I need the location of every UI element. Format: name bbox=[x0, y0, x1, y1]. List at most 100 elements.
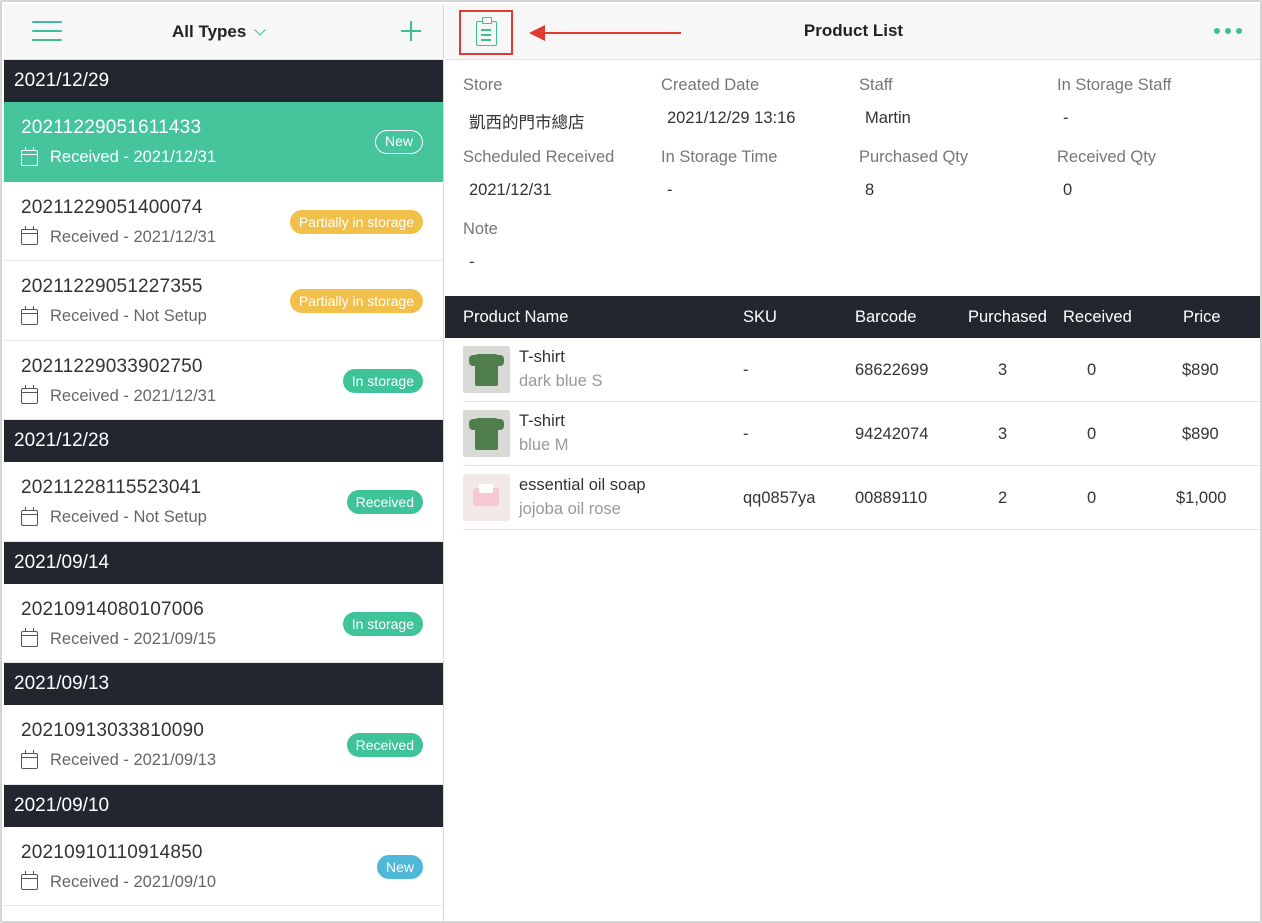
menu-icon[interactable] bbox=[32, 21, 62, 43]
order-received-text: Received - 2021/12/31 bbox=[50, 227, 217, 246]
product-sku: - bbox=[743, 425, 749, 443]
field-label: Purchased Qty bbox=[859, 148, 969, 166]
order-list-header: All Types bbox=[4, 4, 443, 60]
created-date-field: Created Date 2021/12/29 13:16 bbox=[661, 76, 851, 128]
product-image bbox=[463, 346, 510, 393]
order-list-item[interactable]: 20211228115523041 Received - Not Setup R… bbox=[4, 462, 443, 542]
order-received-info: Received - 2021/09/13 bbox=[21, 749, 216, 770]
product-received: 0 bbox=[1087, 361, 1097, 379]
store-field: Store 凱西的門市總店 bbox=[463, 76, 653, 133]
scheduled-received-field: Scheduled Received 2021/12/31 bbox=[463, 148, 653, 200]
order-list-item[interactable]: 20210914080107006 Received - 2021/09/15 … bbox=[4, 583, 443, 663]
order-id: 20211229051227355 bbox=[21, 276, 203, 297]
field-label: Store bbox=[463, 76, 503, 94]
calendar-icon bbox=[21, 749, 38, 769]
note-field: Note - bbox=[463, 220, 653, 272]
order-list-item[interactable]: 20211229051611433 Received - 2021/12/31 … bbox=[4, 102, 443, 182]
date-group-header: 2021/12/29 bbox=[4, 60, 443, 102]
received-qty-field: Received Qty 0 bbox=[1057, 148, 1247, 200]
column-header-price: Price bbox=[1183, 308, 1221, 326]
order-id: 20210914080107006 bbox=[21, 598, 205, 620]
staff-field: Staff Martin bbox=[859, 76, 1049, 128]
product-row[interactable]: T-shirt dark blue S - 68622699 3 0 $890 bbox=[463, 338, 1260, 402]
product-sku: qq0857ya bbox=[743, 489, 816, 507]
order-detail-header: Product List bbox=[445, 4, 1260, 60]
order-list-item[interactable]: 20211229051400074 Received - 2021/12/31 … bbox=[4, 181, 443, 261]
date-group-header: 2021/12/28 bbox=[4, 420, 443, 462]
column-header-received: Received bbox=[1063, 308, 1132, 326]
product-image bbox=[463, 410, 510, 457]
column-header-purchased: Purchased bbox=[968, 308, 1047, 326]
product-name: T-shirt bbox=[519, 412, 565, 430]
order-received-text: Received - Not Setup bbox=[50, 508, 207, 526]
app-window: All Types 2021/12/29 20211229051611433 R… bbox=[0, 0, 1262, 923]
order-list-item[interactable]: 20211229033902750 Received - 2021/12/31 … bbox=[4, 340, 443, 420]
order-id: 20211229051400074 bbox=[21, 196, 203, 218]
order-list-item[interactable]: 20211229051227355 Received - Not Setup P… bbox=[4, 261, 443, 341]
order-received-info: Received - Not Setup bbox=[21, 506, 207, 527]
order-list-item[interactable]: 20210913033810090 Received - 2021/09/13 … bbox=[4, 705, 443, 785]
field-value: - bbox=[667, 181, 673, 199]
product-row[interactable]: essential oil soap jojoba oil rose qq085… bbox=[463, 466, 1260, 530]
product-barcode: 68622699 bbox=[855, 361, 929, 379]
order-received-text: Received - 2021/09/10 bbox=[50, 872, 217, 891]
product-row[interactable]: T-shirt blue M - 94242074 3 0 $890 bbox=[463, 402, 1260, 466]
order-received-text: Received - 2021/12/31 bbox=[50, 148, 217, 166]
field-value: 2021/12/29 13:16 bbox=[667, 109, 796, 127]
product-received: 0 bbox=[1087, 489, 1097, 507]
order-received-info: Received - 2021/12/31 bbox=[21, 226, 217, 247]
status-badge: New bbox=[376, 854, 423, 879]
order-received-info: Received - Not Setup bbox=[21, 305, 207, 326]
product-table-header: Product Name SKU Barcode Purchased Recei… bbox=[445, 296, 1260, 338]
field-value: - bbox=[1063, 109, 1069, 127]
field-label: In Storage Staff bbox=[1057, 76, 1172, 94]
product-image bbox=[463, 474, 510, 521]
date-group-header: 2021/09/13 bbox=[4, 663, 443, 705]
status-badge: Received bbox=[346, 733, 423, 757]
product-variant: jojoba oil rose bbox=[519, 500, 621, 518]
calendar-icon bbox=[21, 385, 38, 404]
page-title: Product List bbox=[803, 21, 904, 40]
date-group-header: 2021/09/14 bbox=[4, 541, 443, 584]
status-badge: In storage bbox=[342, 368, 423, 393]
product-received: 0 bbox=[1087, 425, 1097, 443]
product-purchased: 3 bbox=[998, 361, 1008, 379]
product-name: essential oil soap bbox=[519, 476, 646, 494]
product-purchased: 2 bbox=[998, 489, 1008, 507]
field-value: 2021/12/31 bbox=[469, 181, 552, 199]
field-label: Note bbox=[463, 220, 498, 238]
field-value: 8 bbox=[865, 181, 875, 199]
in-storage-staff-field: In Storage Staff - bbox=[1057, 76, 1247, 128]
field-value: 凱西的門市總店 bbox=[469, 114, 585, 132]
field-value: Martin bbox=[865, 109, 911, 127]
add-icon[interactable] bbox=[399, 19, 423, 43]
product-purchased: 3 bbox=[998, 425, 1008, 443]
type-filter-dropdown[interactable]: All Types bbox=[172, 22, 266, 42]
status-badge: New bbox=[374, 130, 423, 154]
calendar-icon bbox=[21, 226, 38, 245]
order-received-info: Received - 2021/09/10 bbox=[21, 871, 217, 892]
order-id: 20211229051611433 bbox=[21, 117, 202, 138]
order-received-text: Received - 2021/09/15 bbox=[50, 629, 217, 648]
product-price: $890 bbox=[1182, 361, 1219, 379]
type-filter-label: All Types bbox=[172, 22, 247, 41]
product-variant: dark blue S bbox=[519, 372, 603, 390]
product-name: T-shirt bbox=[519, 348, 565, 366]
calendar-icon bbox=[21, 628, 38, 647]
field-label: Scheduled Received bbox=[463, 148, 615, 166]
status-badge: Received bbox=[346, 490, 423, 514]
calendar-icon bbox=[21, 871, 38, 890]
column-header-barcode: Barcode bbox=[855, 308, 917, 326]
order-id: 20211229033902750 bbox=[21, 355, 203, 377]
product-price: $1,000 bbox=[1176, 489, 1227, 507]
column-header-sku: SKU bbox=[743, 308, 777, 326]
calendar-icon bbox=[21, 506, 38, 526]
product-price: $890 bbox=[1182, 425, 1219, 443]
field-label: Received Qty bbox=[1057, 148, 1157, 166]
order-list-item[interactable]: 20210910110914850 Received - 2021/09/10 … bbox=[4, 826, 443, 906]
more-options-icon[interactable] bbox=[1214, 28, 1242, 34]
order-detail-pane: Product List Store 凱西的門市總店 Created Date … bbox=[445, 4, 1260, 921]
order-received-text: Received - 2021/12/31 bbox=[50, 386, 217, 405]
field-label: Created Date bbox=[661, 76, 760, 94]
field-value: 0 bbox=[1063, 181, 1073, 199]
